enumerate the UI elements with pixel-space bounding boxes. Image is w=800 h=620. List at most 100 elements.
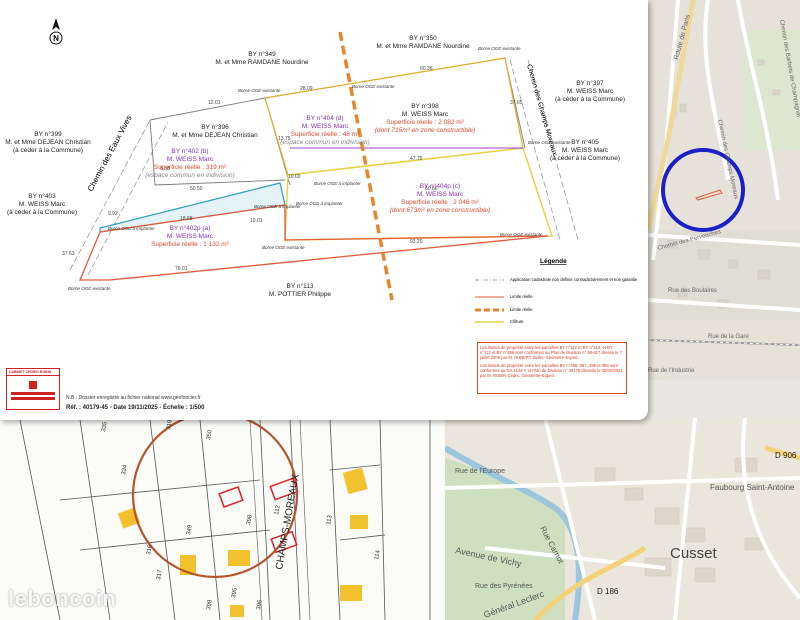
- svg-text:(dont 673m² en zone constructi: (dont 673m² en zone constructible): [390, 207, 490, 214]
- svg-text:M. et Mme RAMDANE Nourdine: M. et Mme RAMDANE Nourdine: [215, 59, 309, 66]
- svg-text:BY n°398: BY n°398: [411, 102, 439, 110]
- borne-label: Borne OGE existante: [238, 88, 281, 93]
- reference-line: Réf. : 40179-45 - Date 19/11/2025 - Éche…: [66, 405, 205, 411]
- map-label: Rue des Boulaires: [668, 288, 717, 294]
- legend-item: Clôture: [510, 319, 524, 324]
- svg-text:M. et Mme DEJEAN Christian: M. et Mme DEJEAN Christian: [172, 132, 258, 139]
- dimension-label: 76.01: [175, 266, 188, 272]
- borne-label: Borne OGE existante: [500, 232, 543, 237]
- svg-text:Superficie réelle : 2 046 m²: Superficie réelle : 2 046 m²: [401, 199, 480, 206]
- svg-text:(à céder à la Commune): (à céder à la Commune): [555, 96, 625, 103]
- svg-text:M. et Mme RAMDANE Nourdine: M. et Mme RAMDANE Nourdine: [376, 43, 470, 50]
- svg-text:(espace commun en indivision): (espace commun en indivision): [145, 172, 235, 179]
- parcel-label-396: BY n°396 M. et Mme DEJEAN Christian: [172, 123, 258, 139]
- map-label-city: Cusset: [670, 545, 718, 562]
- dimension-labels: 12.01 28.09 60.36 37.65 13.75 10.00 47.7…: [62, 66, 523, 272]
- svg-text:M. WEISS Marc: M. WEISS Marc: [567, 88, 614, 95]
- street-map-bottom-drawing: Cusset Faubourg Saint-Antoine Avenue de …: [445, 418, 800, 620]
- svg-text:BY n°405: BY n°405: [571, 138, 599, 146]
- svg-text:BY n°396: BY n°396: [201, 123, 229, 131]
- dimension-label: 47.75: [410, 156, 423, 162]
- street-map-bottom: Cusset Faubourg Saint-Antoine Avenue de …: [445, 418, 800, 620]
- parcel-label-404c: BY n°404p (c) M. WEISS Marc Superficie r…: [390, 182, 490, 214]
- legend-item: Limite réelle: [510, 307, 533, 312]
- legend: Légende Application cadastrale non défin…: [475, 258, 638, 324]
- svg-text:Superficie réelle : 48 m²: Superficie réelle : 48 m²: [291, 131, 360, 138]
- svg-text:BY n°349: BY n°349: [248, 50, 276, 58]
- street-map-top-drawing: Route de Paris Chemin des Champs Moreaux…: [648, 0, 800, 380]
- note-text: Les limites de propriété entre les parce…: [480, 345, 622, 361]
- parcel-label-402b: BY n°402 (b) M. WEISS Marc Superficie ré…: [145, 147, 235, 179]
- svg-text:(espace commun en indivision): (espace commun en indivision): [280, 139, 370, 146]
- parcel-label-403: BY n°403 M. WEISS Marc (à céder à la Com…: [7, 192, 77, 216]
- dimension-label: 60.36: [420, 66, 433, 72]
- map-label: Rue des Pyrénées: [475, 583, 533, 590]
- svg-text:Superficie réelle : 1 132 m²: Superficie réelle : 1 132 m²: [151, 241, 230, 248]
- dimension-label: 10.01: [250, 218, 263, 224]
- legend-item: Limite réelle: [510, 294, 533, 299]
- parcel-label-398: BY n°398 M. WEISS Marc Superficie réelle…: [375, 102, 475, 134]
- svg-text:(à céder à la Commune): (à céder à la Commune): [13, 147, 83, 154]
- map-label: Rue de l'Industrie: [648, 368, 695, 374]
- svg-text:Superficie réelle : 319 m²: Superficie réelle : 319 m²: [154, 164, 227, 171]
- borne-label: Borne OGE existante: [528, 140, 571, 145]
- svg-text:M. WEISS Marc: M. WEISS Marc: [19, 201, 66, 208]
- svg-text:BY n°404 (d): BY n°404 (d): [306, 114, 343, 122]
- borne-label: Borne OGE à implanter: [254, 204, 301, 209]
- svg-text:M. WEISS Marc: M. WEISS Marc: [302, 123, 349, 130]
- svg-text:M. et Mme DEJEAN Christian: M. et Mme DEJEAN Christian: [5, 139, 91, 146]
- borne-label: Borne OGE à implanter: [314, 181, 361, 186]
- svg-text:BY n°403: BY n°403: [28, 192, 56, 200]
- dimension-label: 9.92: [108, 211, 118, 217]
- site-watermark: leboncoin: [8, 586, 117, 611]
- svg-text:BY n°402p (a): BY n°402p (a): [170, 224, 211, 232]
- svg-text:BY n°404p (c): BY n°404p (c): [420, 182, 460, 190]
- parcel-label-402a: BY n°402p (a) M. WEISS Marc Superficie r…: [151, 224, 230, 248]
- company-name: CABINET CEDRIC ROBIN: [7, 369, 59, 376]
- svg-text:BY n°113: BY n°113: [287, 282, 314, 290]
- borne-label: Borne OGE existante: [262, 245, 305, 250]
- street-label-eaux-vives: Chemin des Eaux Vives: [86, 114, 134, 193]
- street-map-top: Route de Paris Chemin des Champs Moreaux…: [648, 0, 800, 380]
- parcel-label-113: BY n°113 M. POTTIER Philippe: [269, 282, 332, 298]
- company-logo: CABINET CEDRIC ROBIN: [6, 368, 60, 410]
- note-text: Les limites de propriété entre les parce…: [480, 363, 623, 379]
- north-arrow-icon: N: [49, 18, 63, 45]
- svg-text:M. WEISS Marc: M. WEISS Marc: [417, 191, 464, 198]
- map-label-road: D 906: [775, 451, 797, 460]
- dimension-label: 37.63: [62, 251, 75, 257]
- parcel-label-349: BY n°349 M. et Mme RAMDANE Nourdine: [215, 50, 309, 66]
- map-label: Rue de l'Europe: [455, 468, 505, 475]
- dimension-label: 12.01: [208, 100, 221, 106]
- svg-text:M. WEISS Marc: M. WEISS Marc: [167, 156, 214, 163]
- dimension-label: 28.09: [300, 86, 313, 92]
- north-label: N: [53, 34, 59, 43]
- svg-text:BY n°402 (b): BY n°402 (b): [171, 147, 208, 155]
- dimension-label: 37.65: [510, 100, 523, 106]
- parcel-label-399: BY n°399 M. et Mme DEJEAN Christian (à c…: [5, 130, 91, 154]
- dimension-label: 93.20: [410, 239, 423, 245]
- svg-text:Superficie réelle : 2 082 m²: Superficie réelle : 2 082 m²: [386, 119, 465, 126]
- svg-text:BY n°399: BY n°399: [34, 130, 62, 138]
- svg-text:M. WEISS Marc: M. WEISS Marc: [402, 111, 449, 118]
- roads: [69, 59, 579, 276]
- svg-text:M. POTTIER Philippe: M. POTTIER Philippe: [269, 291, 332, 298]
- svg-text:(dont 715m² en zone constructi: (dont 715m² en zone constructible): [375, 127, 475, 134]
- dimension-label: 50.50: [190, 186, 203, 192]
- parcel-label-397: BY n°397 M. WEISS Marc (à céder à la Com…: [555, 79, 625, 103]
- dimension-label: 10.00: [288, 174, 301, 180]
- borne-label: Borne OGE existante: [352, 84, 395, 89]
- svg-text:BY n°350: BY n°350: [409, 34, 437, 42]
- legend-title: Légende: [540, 258, 567, 265]
- svg-text:(à céder à la Commune): (à céder à la Commune): [7, 209, 77, 216]
- map-label: Faubourg Saint-Antoine: [710, 483, 795, 492]
- dimension-label: 18.68: [180, 216, 193, 222]
- borne-label: Borne OGE à implanter: [108, 226, 155, 231]
- parcel-label-350: BY n°350 M. et Mme RAMDANE Nourdine: [376, 34, 470, 50]
- map-label: Rue de la Gare: [708, 334, 749, 340]
- dossier-note: N.B.: Dossier enregistré au fichier nati…: [66, 395, 201, 401]
- svg-text:(à céder à la Commune): (à céder à la Commune): [550, 155, 620, 162]
- borne-label: Borne OGE à implanter: [296, 201, 343, 206]
- parcel-404d-outline: [264, 57, 524, 176]
- svg-text:M. WEISS Marc: M. WEISS Marc: [562, 147, 609, 154]
